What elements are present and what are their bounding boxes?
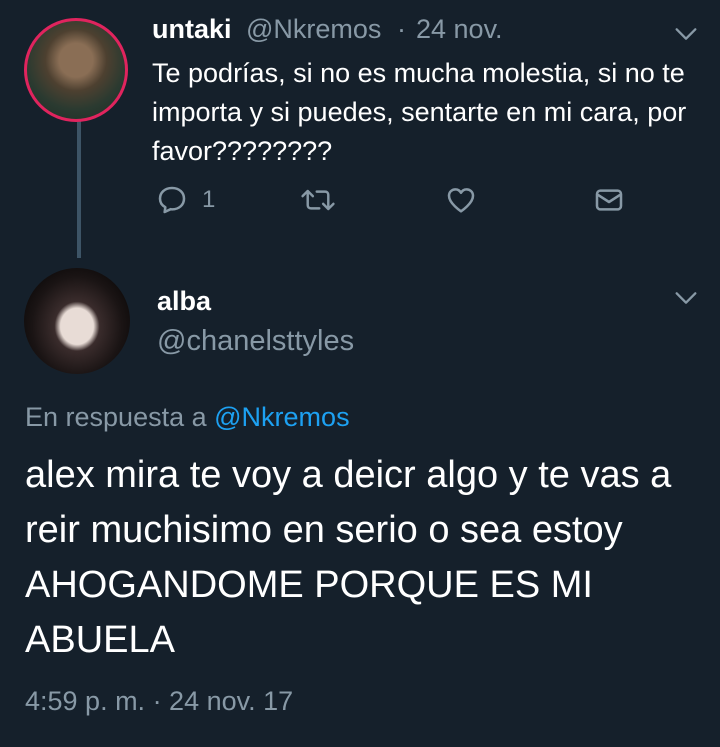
tweet2-author-handle[interactable]: @chanelsttyles: [157, 325, 354, 358]
tweet2-text: alex mira te voy a deicr algo y te vas a…: [25, 454, 672, 661]
tweet1-author-name[interactable]: untaki: [152, 14, 232, 45]
tweet1-actions: 1: [152, 184, 632, 224]
reply-context: En respuesta a @Nkremos: [25, 402, 350, 433]
chevron-down-icon[interactable]: [672, 20, 700, 48]
tweet1-separator: ·: [397, 14, 406, 44]
chevron-down-icon[interactable]: [672, 284, 700, 312]
thread-line: [77, 120, 81, 258]
reply-icon: [158, 186, 186, 214]
message-button[interactable]: [592, 184, 626, 216]
retweet-button[interactable]: [300, 184, 336, 216]
tweet2-timestamp[interactable]: 4:59 p. m. · 24 nov. 17: [25, 686, 293, 717]
tweet1-date[interactable]: 24 nov.: [416, 14, 503, 45]
tweet2-author-name[interactable]: alba: [157, 286, 211, 317]
message-icon: [595, 189, 623, 211]
reply-mention-link[interactable]: @Nkremos: [214, 402, 349, 432]
avatar-untaki[interactable]: [24, 18, 128, 122]
like-icon: [447, 188, 475, 213]
reply-count: 1: [202, 186, 216, 213]
retweet-icon: [301, 189, 335, 211]
reply-prefix: En respuesta a: [25, 402, 207, 432]
avatar-alba[interactable]: [24, 268, 130, 374]
like-button[interactable]: [444, 184, 478, 216]
tweet1-author-handle[interactable]: @Nkremos: [246, 14, 381, 45]
reply-button[interactable]: 1: [156, 184, 215, 216]
tweet1-text: Te podrías, si no es mucha molestia, si …: [152, 58, 687, 166]
